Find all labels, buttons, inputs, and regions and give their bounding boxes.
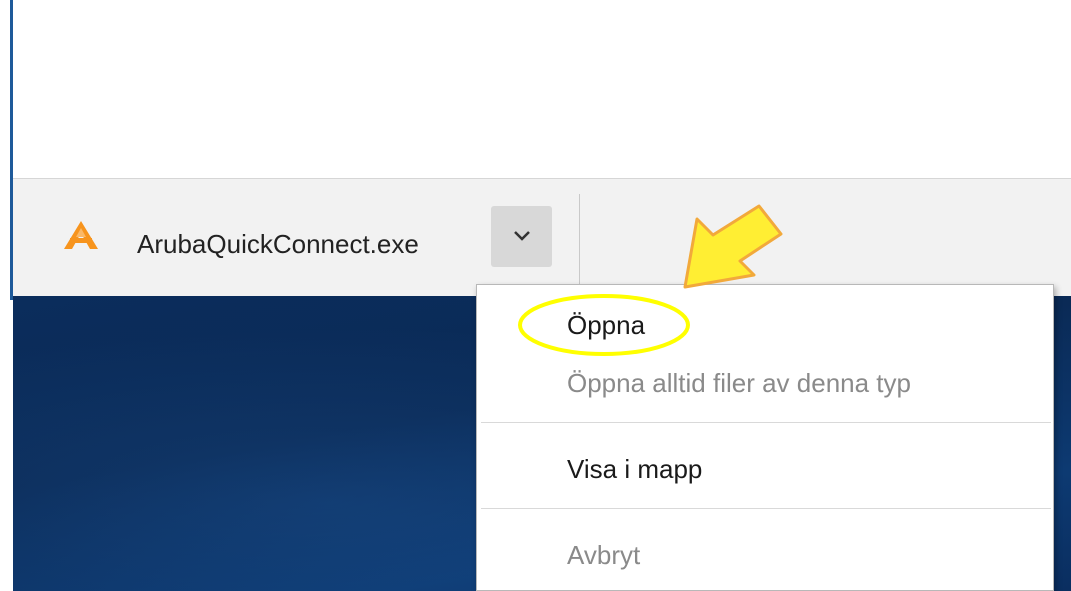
shelf-divider xyxy=(579,194,580,294)
chevron-down-icon xyxy=(514,231,530,241)
download-options-button[interactable] xyxy=(491,206,552,267)
menu-item-show-in-folder[interactable]: Visa i mapp xyxy=(477,441,1053,495)
menu-item-always-open: Öppna alltid filer av denna typ xyxy=(477,355,1053,409)
menu-item-show-in-folder-label: Visa i mapp xyxy=(567,454,703,484)
browser-page-area xyxy=(13,0,1071,178)
highlight-ellipse-annotation xyxy=(518,294,690,356)
pointer-arrow-annotation xyxy=(683,204,783,289)
menu-item-cancel: Avbryt xyxy=(477,527,1053,581)
menu-item-always-open-label: Öppna alltid filer av denna typ xyxy=(567,368,911,398)
menu-separator xyxy=(481,422,1051,423)
menu-separator xyxy=(481,508,1051,509)
download-file-name[interactable]: ArubaQuickConnect.exe xyxy=(137,229,419,260)
download-shelf: ArubaQuickConnect.exe xyxy=(13,178,1071,296)
menu-item-cancel-label: Avbryt xyxy=(567,540,641,570)
aruba-a-icon xyxy=(64,221,98,249)
download-item[interactable]: ArubaQuickConnect.exe xyxy=(13,179,580,296)
